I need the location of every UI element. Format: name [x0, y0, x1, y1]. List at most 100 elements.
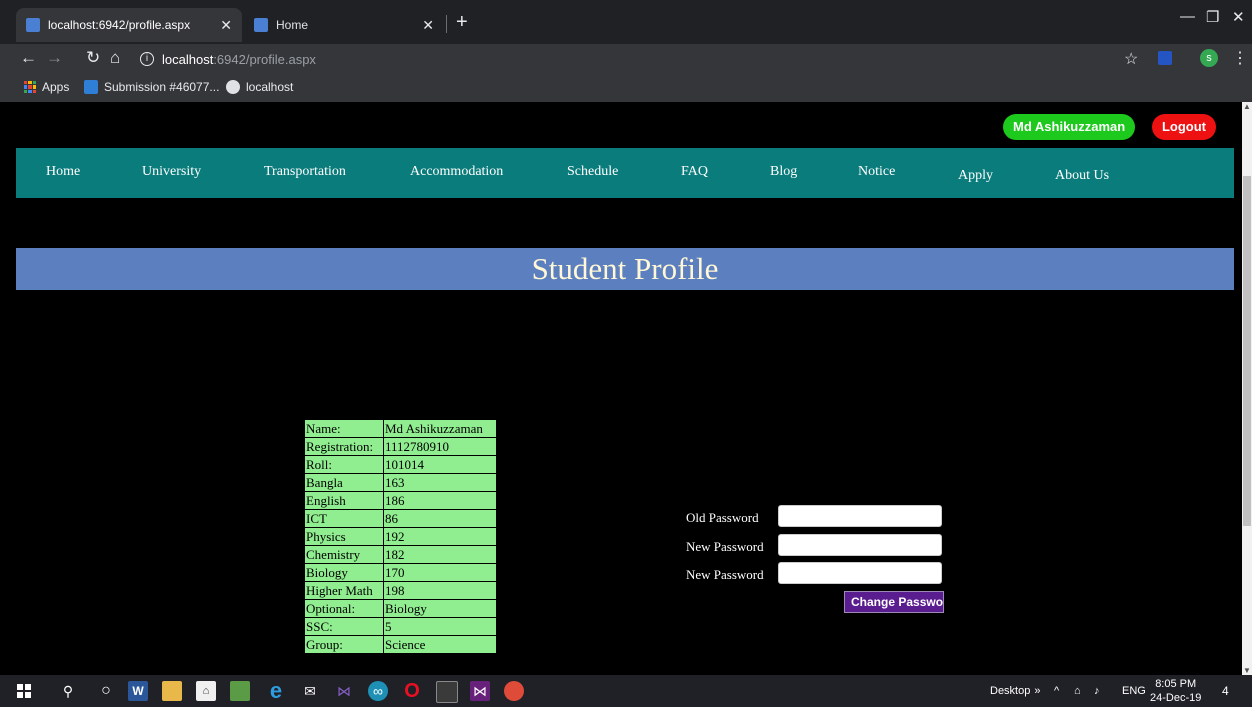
tab-title: localhost:6942/profile.aspx: [48, 18, 191, 32]
nav-about-us[interactable]: About Us: [1055, 168, 1109, 184]
forward-icon[interactable]: →: [46, 48, 63, 68]
table-row: Chemistry 182: [304, 545, 497, 564]
extension-icon[interactable]: [1158, 51, 1172, 65]
mail-icon[interactable]: ✉: [300, 681, 320, 701]
row-label: Name:: [304, 419, 384, 438]
chrome-icon[interactable]: [504, 681, 524, 701]
row-value: Biology: [383, 599, 497, 618]
logout-button[interactable]: Logout: [1152, 114, 1216, 140]
notification-icon[interactable]: 4: [1222, 675, 1229, 707]
url-path: :6942/profile.aspx: [213, 51, 316, 67]
profile-avatar[interactable]: s: [1200, 49, 1218, 67]
desktop-label: Desktop: [990, 685, 1031, 697]
table-row: Name: Md Ashikuzzaman: [304, 419, 497, 438]
file-explorer-icon[interactable]: [162, 681, 182, 701]
row-label: Group:: [304, 635, 384, 654]
back-icon[interactable]: ←: [20, 48, 37, 68]
chart-favicon-icon: [84, 80, 98, 94]
change-password-button[interactable]: Change Password: [844, 591, 944, 613]
nav-blog[interactable]: Blog: [770, 164, 797, 180]
info-icon[interactable]: i: [140, 52, 154, 66]
store-icon[interactable]: ⌂: [196, 681, 216, 701]
desktop-toolbar[interactable]: Desktop »: [990, 675, 1040, 707]
scroll-down-icon[interactable]: ▼: [1243, 666, 1251, 675]
old-password-label: Old Password: [686, 510, 759, 525]
confirm-password-input[interactable]: [778, 562, 942, 584]
tab-separator: [446, 15, 447, 33]
nav-schedule[interactable]: Schedule: [567, 164, 618, 180]
bookmark-submission[interactable]: Submission #46077...: [84, 80, 219, 94]
row-label: ICT: [304, 509, 384, 528]
new-password-input[interactable]: [778, 534, 942, 556]
scroll-up-icon[interactable]: ▲: [1243, 102, 1251, 111]
task-view-icon[interactable]: ○: [96, 681, 116, 701]
bookmark-apps[interactable]: Apps: [24, 80, 69, 94]
bookmark-localhost[interactable]: localhost: [226, 80, 293, 94]
close-tab-icon[interactable]: ✕: [422, 17, 434, 34]
nav-apply[interactable]: Apply: [958, 168, 993, 184]
nav-transportation[interactable]: Transportation: [264, 164, 346, 180]
home-icon[interactable]: ⌂: [110, 48, 120, 68]
page-scrollbar[interactable]: ▲ ▼: [1242, 102, 1252, 675]
tab-title: Home: [276, 18, 309, 32]
tray-up-icon[interactable]: ^: [1054, 675, 1059, 707]
row-value: 182: [383, 545, 497, 564]
row-label: Biology: [304, 563, 384, 582]
search-icon[interactable]: ⚲: [58, 681, 78, 701]
word-icon[interactable]: W: [128, 681, 148, 701]
start-icon[interactable]: [14, 681, 34, 701]
visual-studio-icon[interactable]: ⋈: [334, 681, 354, 701]
table-row: Bangla 163: [304, 473, 497, 492]
table-row: Group: Science: [304, 635, 497, 654]
scroll-thumb[interactable]: [1243, 176, 1251, 526]
language-indicator[interactable]: ENG: [1122, 675, 1146, 707]
table-row: English 186: [304, 491, 497, 510]
tab-home[interactable]: Home ✕: [244, 8, 444, 42]
user-name-button[interactable]: Md Ashikuzzaman: [1003, 114, 1136, 140]
terminal-icon[interactable]: [436, 681, 458, 703]
vs-purple-icon[interactable]: ⋈: [470, 681, 490, 701]
row-label: Higher Math: [304, 581, 384, 600]
volume-icon[interactable]: ♪: [1094, 675, 1100, 707]
windows-taskbar: ⚲ ○ W ⌂ e ✉ ⋈ ∞ O ⋈ Desktop » ^ ⌂ ♪ ENG …: [0, 675, 1252, 707]
tab-profile[interactable]: localhost:6942/profile.aspx ✕: [16, 8, 242, 42]
close-window-icon[interactable]: ✕: [1232, 8, 1245, 26]
table-row: Biology 170: [304, 563, 497, 582]
minimize-icon[interactable]: —: [1180, 8, 1195, 25]
row-label: English: [304, 491, 384, 510]
bookmarks-bar: Apps Submission #46077... localhost: [0, 74, 1252, 102]
nav-home[interactable]: Home: [46, 164, 80, 180]
row-value: 1112780910: [383, 437, 497, 456]
network-icon[interactable]: ⌂: [1074, 675, 1081, 707]
url-field[interactable]: i localhost:6942/profile.aspx: [140, 47, 1060, 71]
reload-icon[interactable]: ↻: [86, 48, 100, 68]
row-label: SSC:: [304, 617, 384, 636]
edge-icon[interactable]: e: [266, 678, 286, 703]
page-favicon-icon: [254, 18, 268, 32]
menu-icon[interactable]: ⋮: [1232, 48, 1248, 68]
main-navbar: Home University Transportation Accommoda…: [16, 148, 1234, 198]
old-password-input[interactable]: [778, 505, 942, 527]
arduino-icon[interactable]: ∞: [368, 681, 388, 701]
table-row: ICT 86: [304, 509, 497, 528]
row-value: Md Ashikuzzaman: [383, 419, 497, 438]
notification-count: 4: [1222, 684, 1229, 698]
row-value: 198: [383, 581, 497, 600]
close-tab-icon[interactable]: ✕: [220, 17, 232, 34]
app-icon[interactable]: [230, 681, 250, 701]
restore-icon[interactable]: ❐: [1206, 8, 1219, 26]
clock[interactable]: 8:05 PM 24-Dec-19: [1150, 677, 1201, 705]
bookmark-star-icon[interactable]: ☆: [1124, 49, 1138, 69]
opera-icon[interactable]: O: [402, 680, 422, 702]
row-value: 86: [383, 509, 497, 528]
address-bar: ← → ↻ ⌂ i localhost:6942/profile.aspx ☆ …: [0, 44, 1252, 74]
row-label: Registration:: [304, 437, 384, 456]
nav-university[interactable]: University: [142, 164, 201, 180]
nav-accommodation[interactable]: Accommodation: [410, 164, 503, 180]
new-tab-icon[interactable]: +: [456, 12, 468, 32]
nav-faq[interactable]: FAQ: [681, 164, 708, 180]
nav-notice[interactable]: Notice: [858, 164, 895, 180]
browser-tab-bar: localhost:6942/profile.aspx ✕ Home ✕ + —…: [0, 0, 1252, 44]
row-label: Bangla: [304, 473, 384, 492]
bookmark-label: Submission #46077...: [104, 80, 220, 94]
